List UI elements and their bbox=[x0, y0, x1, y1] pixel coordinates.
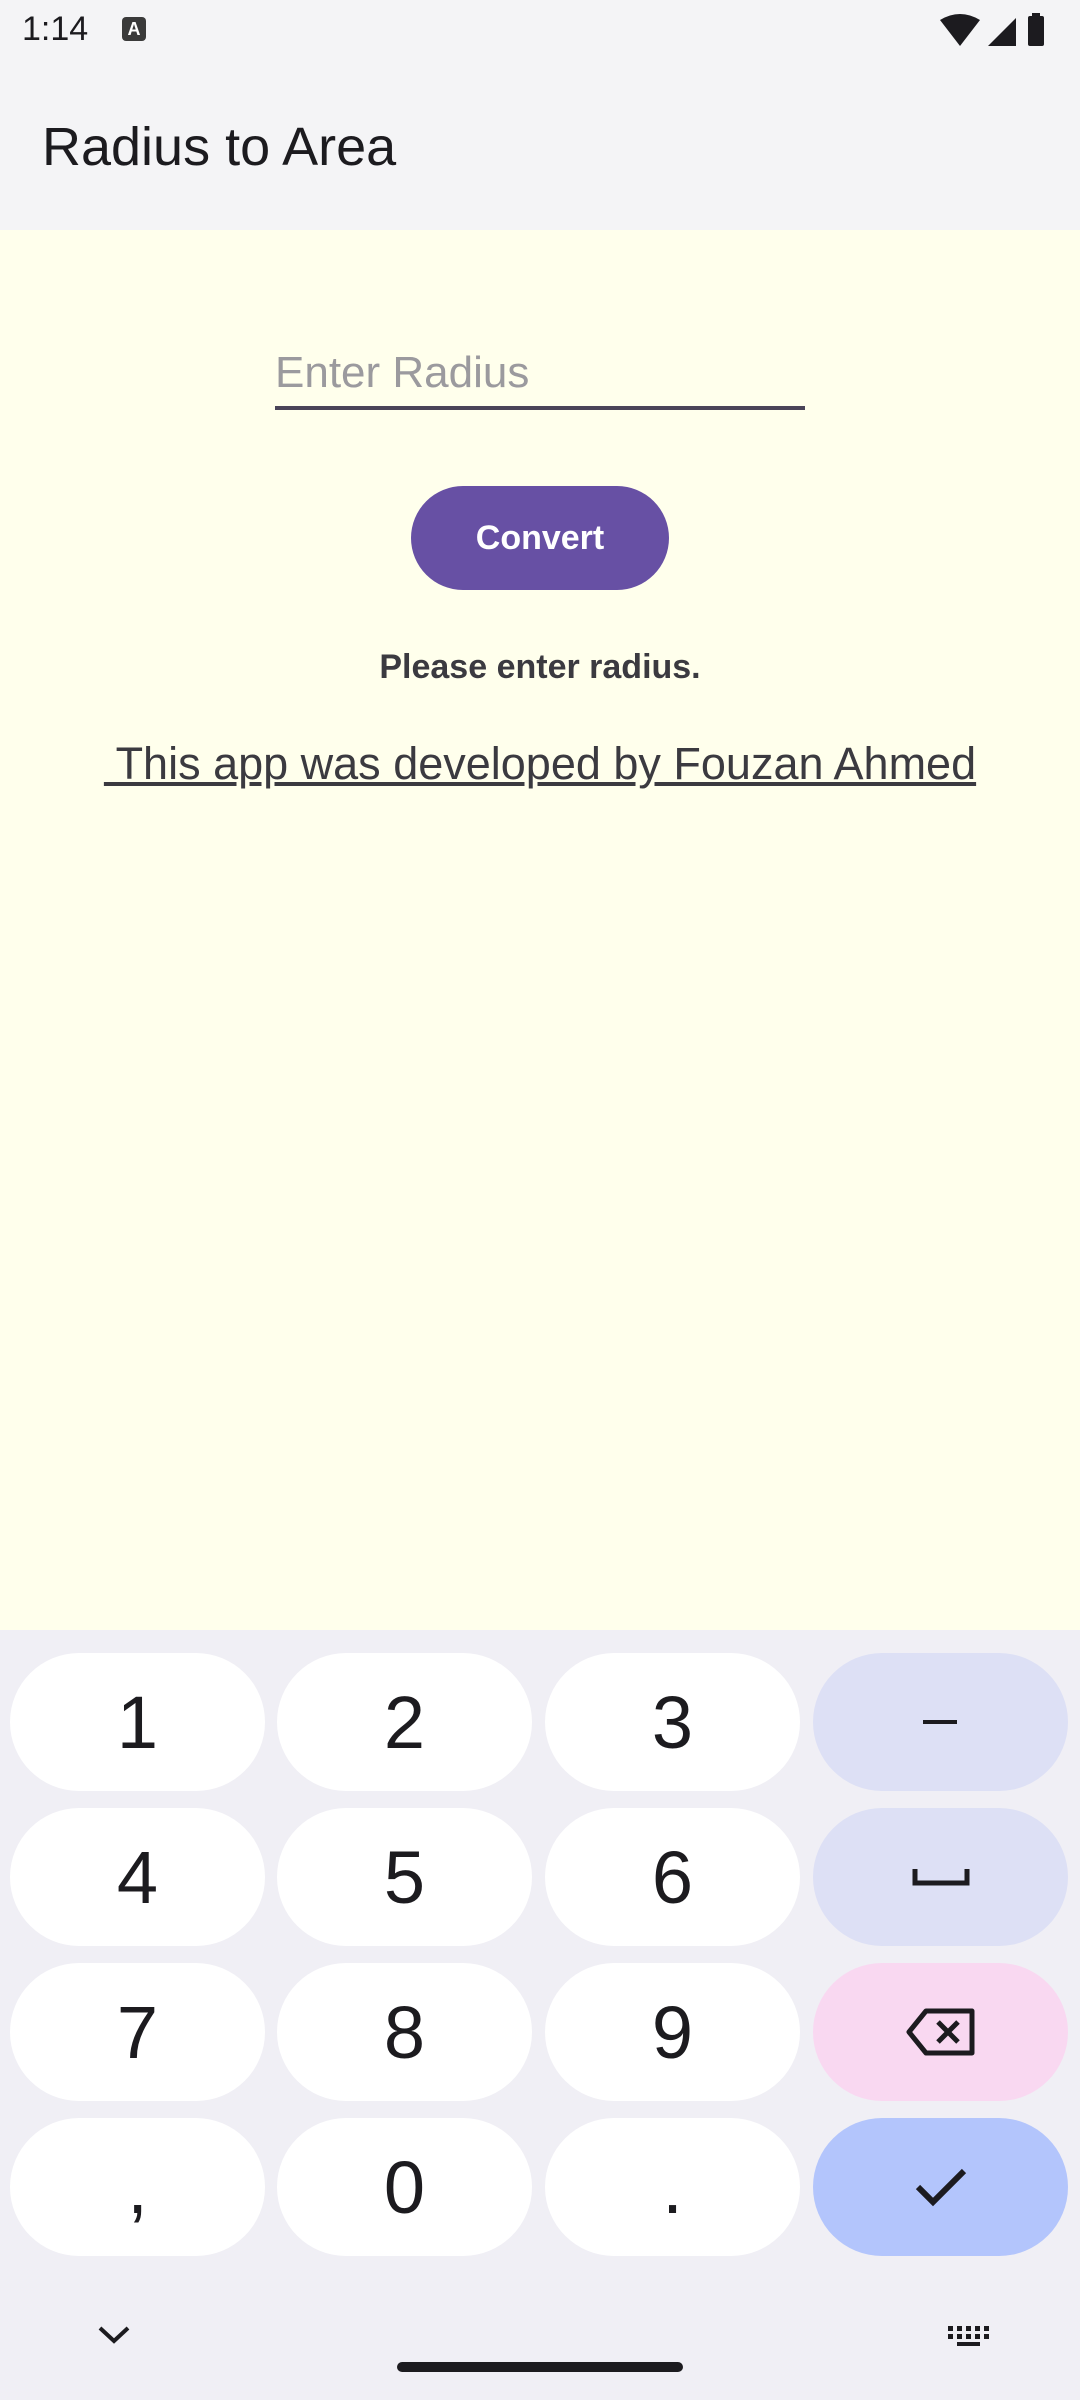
check-icon bbox=[915, 2168, 966, 2207]
key-minus[interactable] bbox=[813, 1653, 1068, 1791]
key-9[interactable]: 9 bbox=[545, 1963, 800, 2101]
keyboard-icon[interactable] bbox=[946, 2324, 990, 2348]
convert-button[interactable]: Convert bbox=[411, 486, 669, 590]
key-8[interactable]: 8 bbox=[277, 1963, 532, 2101]
minus-icon bbox=[922, 1720, 957, 1724]
key-1[interactable]: 1 bbox=[10, 1653, 265, 1791]
app-bar: Radius to Area bbox=[0, 64, 1080, 230]
key-backspace[interactable] bbox=[813, 1963, 1068, 2101]
key-2[interactable]: 2 bbox=[277, 1653, 532, 1791]
space-icon bbox=[912, 1869, 969, 1886]
status-bar: 1:14 A bbox=[0, 0, 1080, 64]
status-icons bbox=[940, 13, 1044, 46]
key-period[interactable]: . bbox=[545, 2118, 800, 2256]
radius-input[interactable] bbox=[275, 340, 805, 410]
status-time: 1:14 bbox=[22, 10, 89, 48]
signal-icon bbox=[988, 18, 1016, 46]
developer-credit: This app was developed by Fouzan Ahmed bbox=[103, 738, 977, 789]
key-7[interactable]: 7 bbox=[10, 1963, 265, 2101]
key-4[interactable]: 4 bbox=[10, 1808, 265, 1946]
key-0[interactable]: 0 bbox=[277, 2118, 532, 2256]
key-3[interactable]: 3 bbox=[545, 1653, 800, 1791]
result-text: Please enter radius. bbox=[379, 648, 701, 686]
app-title: Radius to Area bbox=[42, 117, 397, 177]
home-indicator[interactable] bbox=[397, 2362, 683, 2372]
notification-icon: A bbox=[122, 17, 146, 41]
battery-icon bbox=[1028, 16, 1044, 46]
numeric-keyboard: 1 2 3 4 5 6 7 8 9 , 0 . bbox=[0, 1630, 1080, 2400]
main-content: Convert Please enter radius. This app wa… bbox=[0, 230, 1080, 1630]
backspace-icon bbox=[906, 2008, 974, 2056]
wifi-icon bbox=[940, 14, 980, 46]
key-6[interactable]: 6 bbox=[545, 1808, 800, 1946]
key-comma[interactable]: , bbox=[10, 2118, 265, 2256]
chevron-down-icon[interactable] bbox=[96, 2322, 132, 2346]
key-done[interactable] bbox=[813, 2118, 1068, 2256]
key-space[interactable] bbox=[813, 1808, 1068, 1946]
key-5[interactable]: 5 bbox=[277, 1808, 532, 1946]
